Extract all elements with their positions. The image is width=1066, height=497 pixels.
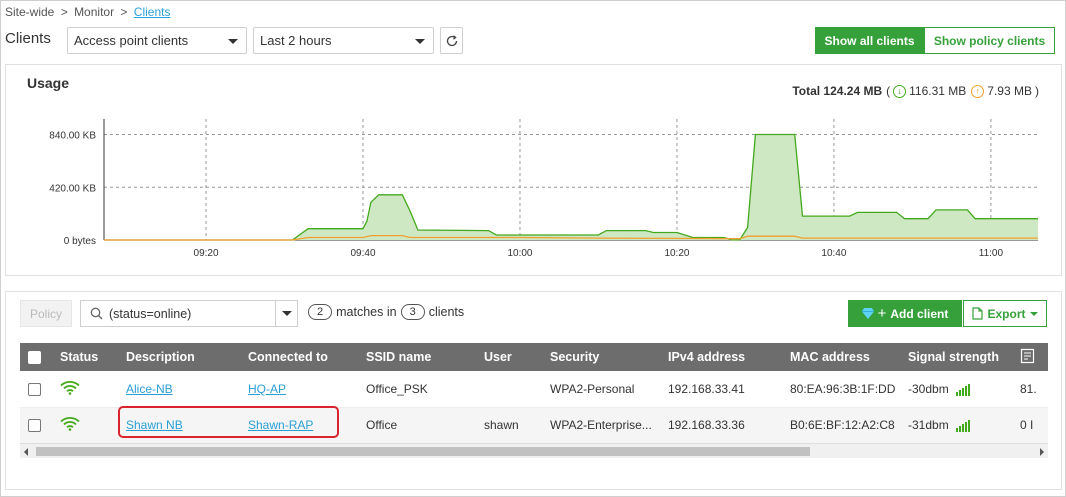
show-policy-clients-button[interactable]: Show policy clients — [924, 27, 1055, 54]
horizontal-scrollbar[interactable] — [20, 443, 1048, 458]
connected-to-link[interactable]: Shawn-RAP — [248, 418, 313, 432]
breadcrumb-site-wide[interactable]: Site-wide — [5, 5, 54, 19]
row-checkbox[interactable] — [28, 382, 41, 396]
ipv4-cell: 192.168.33.41 — [660, 371, 782, 408]
search-icon — [90, 307, 103, 320]
search-dropdown-button[interactable] — [275, 301, 297, 326]
search-input[interactable] — [109, 305, 269, 323]
wifi-online-icon — [60, 417, 80, 431]
clients-table: Status Description Connected to SSID nam… — [20, 343, 1048, 444]
diamond-icon — [861, 308, 874, 319]
x-tick-label: 10:20 — [664, 248, 689, 259]
clients-table-container[interactable]: Status Description Connected to SSID nam… — [20, 343, 1048, 459]
breadcrumb-monitor[interactable]: Monitor — [74, 5, 114, 19]
search-box[interactable] — [80, 300, 298, 327]
signal-bars-icon — [956, 419, 971, 432]
client-description-link[interactable]: Alice-NB — [126, 382, 173, 396]
x-tick-label: 10:40 — [821, 248, 846, 259]
column-signal-strength[interactable]: Signal strength — [900, 343, 1012, 371]
page-title: Clients — [5, 30, 51, 47]
scroll-right-icon[interactable] — [1040, 448, 1044, 456]
client-description-link[interactable]: Shawn NB — [126, 418, 183, 432]
column-settings-icon[interactable] — [1020, 348, 1036, 364]
signal-value: -30dbm — [908, 381, 949, 396]
breadcrumb-separator: > — [60, 5, 68, 19]
plus-icon: + — [877, 305, 887, 322]
show-all-clients-button[interactable]: Show all clients — [815, 27, 924, 54]
ipv4-cell: 192.168.33.36 — [660, 407, 782, 444]
export-button[interactable]: Export — [963, 300, 1047, 327]
column-description[interactable]: Description — [118, 343, 240, 371]
match-summary: 2 matches in 3 clients — [304, 304, 464, 320]
client-type-select[interactable]: Access point clients — [67, 27, 247, 54]
chevron-down-icon — [282, 311, 292, 316]
column-security[interactable]: Security — [542, 343, 660, 371]
signal-value: -31dbm — [908, 418, 949, 432]
table-row[interactable]: Shawn NB Shawn-RAP Office shawn WPA2-Ent… — [20, 407, 1048, 444]
chevron-down-icon — [415, 39, 425, 44]
ssid-cell: Office — [358, 407, 476, 444]
column-mac-address[interactable]: MAC address — [782, 343, 900, 371]
security-cell: WPA2-Personal — [542, 371, 660, 408]
table-row[interactable]: Alice-NB HQ-AP Office_PSK WPA2-Personal … — [20, 371, 1048, 408]
chevron-down-icon — [228, 39, 238, 44]
breadcrumb-separator: > — [120, 5, 128, 19]
y-tick-label: 420.00 KB — [49, 183, 96, 194]
connected-to-link[interactable]: HQ-AP — [248, 382, 286, 396]
x-tick-label: 10:00 — [507, 248, 532, 259]
security-cell: WPA2-Enterprise... — [542, 407, 660, 444]
breadcrumb-clients[interactable]: Clients — [134, 5, 171, 19]
column-connected-to[interactable]: Connected to — [240, 343, 358, 371]
time-range-select[interactable]: Last 2 hours — [253, 27, 434, 54]
refresh-icon — [446, 34, 457, 46]
matches-in-label: matches in — [336, 305, 397, 319]
breadcrumb: Site-wide > Monitor > Clients — [5, 5, 170, 19]
export-label: Export — [987, 306, 1026, 321]
client-count-badge: 3 — [400, 304, 425, 320]
row-checkbox[interactable] — [28, 419, 41, 433]
column-ssid-name[interactable]: SSID name — [358, 343, 476, 371]
signal-cell: -30dbm — [900, 371, 1012, 408]
extra-cell: 81. — [1012, 371, 1048, 408]
chevron-down-icon — [1029, 311, 1038, 316]
signal-bars-icon — [956, 383, 971, 396]
column-status[interactable]: Status — [52, 343, 118, 371]
column-ipv4-address[interactable]: IPv4 address — [660, 343, 782, 371]
scrollbar-thumb[interactable] — [36, 447, 810, 456]
client-type-value: Access point clients — [74, 33, 189, 48]
x-tick-label: 09:40 — [350, 248, 375, 259]
column-user[interactable]: User — [476, 343, 542, 371]
user-cell: shawn — [476, 407, 542, 444]
add-client-button[interactable]: + Add client — [848, 300, 962, 327]
usage-chart: 0 bytes 420.00 KB 840.00 KB 09:20 09:40 10:00… — [49, 119, 1038, 259]
add-client-label: Add client — [890, 306, 949, 321]
wifi-online-icon — [60, 380, 80, 395]
match-count-badge: 2 — [308, 304, 333, 320]
extra-cell: 0 I — [1012, 407, 1048, 444]
select-all-checkbox[interactable] — [28, 351, 41, 365]
y-tick-label: 840.00 KB — [49, 131, 96, 142]
ssid-cell: Office_PSK — [358, 371, 476, 408]
select-all-cell[interactable] — [20, 343, 52, 371]
scroll-left-icon[interactable] — [24, 448, 28, 456]
table-header-row: Status Description Connected to SSID nam… — [20, 343, 1048, 371]
usage-panel: Usage Total 124.24 MB ( ↓ 116.31 MB ↑ 7.… — [5, 64, 1062, 276]
clients-panel: Policy 2 matches in 3 clients + Add clie… — [5, 291, 1062, 490]
signal-cell: -31dbm — [900, 407, 1012, 444]
export-icon — [972, 307, 984, 320]
user-cell — [476, 371, 542, 408]
x-tick-label: 11:00 — [979, 248, 1004, 259]
time-range-value: Last 2 hours — [260, 33, 332, 48]
column-settings-cell[interactable] — [1012, 343, 1048, 371]
y-tick-label: 0 bytes — [64, 236, 96, 247]
mac-cell: 80:EA:96:3B:1F:DD — [782, 371, 900, 408]
clients-label: clients — [428, 305, 465, 319]
x-tick-label: 09:20 — [194, 248, 219, 259]
policy-button[interactable]: Policy — [20, 300, 72, 327]
refresh-button[interactable] — [440, 27, 463, 54]
mac-cell: B0:6E:BF:12:A2:C8 — [782, 407, 900, 444]
